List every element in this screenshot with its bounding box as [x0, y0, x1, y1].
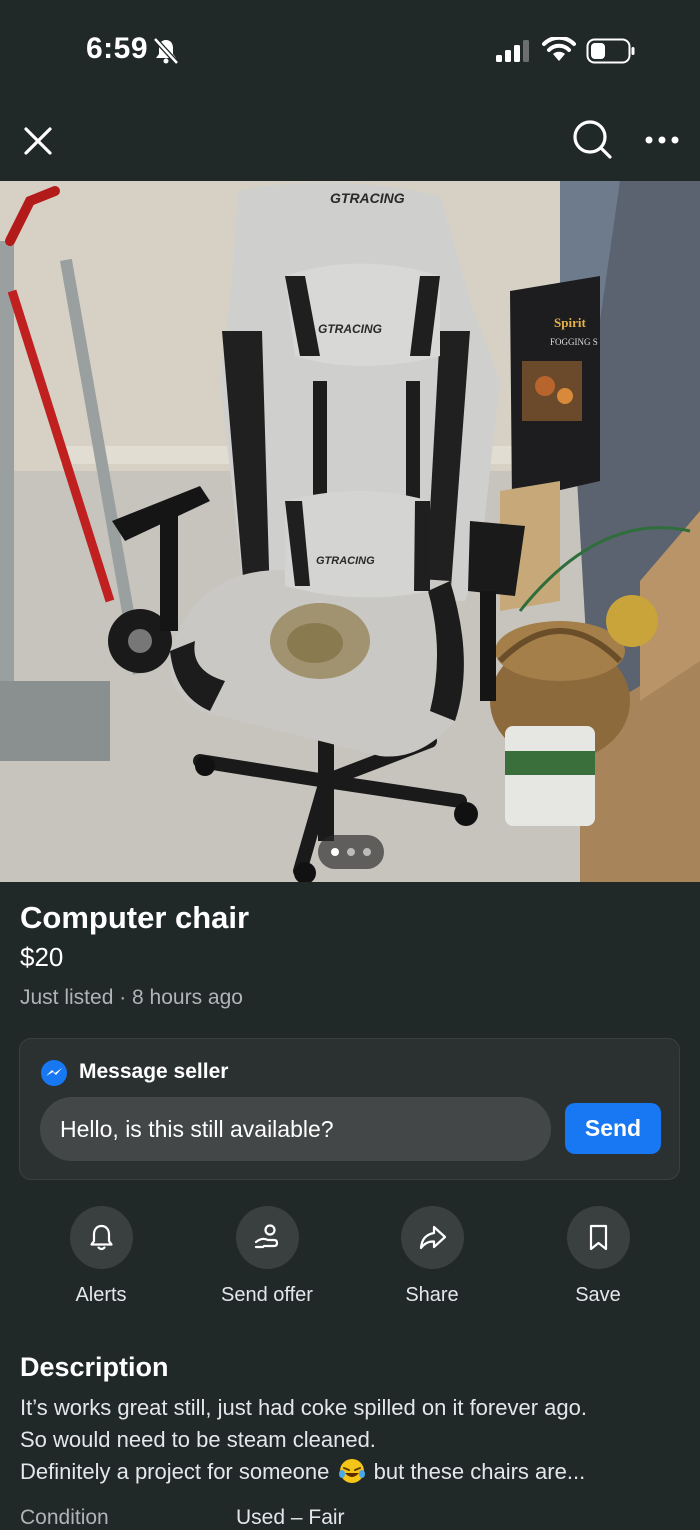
save-button[interactable]: Save — [533, 1206, 663, 1307]
description-title: Description — [20, 1352, 169, 1382]
listing-price: $20 — [20, 942, 64, 972]
description-text: It’s works great still, just had coke sp… — [20, 1392, 690, 1488]
wifi-icon — [542, 37, 576, 61]
bell-icon — [89, 1224, 113, 1251]
condition-label: Condition — [20, 1506, 109, 1529]
save-label: Save — [575, 1284, 621, 1306]
send-button[interactable]: Send — [565, 1103, 661, 1154]
battery-icon — [586, 38, 635, 64]
listing-photo[interactable]: Spirit FOGGING S GTRACING GTRACING GTRAC… — [0, 181, 700, 882]
alerts-circle[interactable] — [69, 1206, 133, 1269]
carousel-dot — [363, 848, 371, 856]
save-circle[interactable] — [566, 1206, 630, 1269]
share-icon — [419, 1225, 446, 1250]
product-box: Spirit FOGGING S — [510, 276, 600, 501]
message-seller-card: Message seller Send — [19, 1038, 680, 1180]
message-seller-label: Message seller — [79, 1060, 229, 1083]
send-offer-circle[interactable] — [235, 1206, 299, 1269]
close-icon[interactable] — [20, 120, 56, 160]
description-line-2: So would need to be steam cleaned. — [20, 1427, 376, 1452]
send-offer-label: Send offer — [221, 1284, 313, 1306]
messenger-icon — [41, 1060, 67, 1086]
top-bar — [0, 100, 700, 180]
description-line-3a: Definitely a project for someone — [20, 1459, 330, 1484]
condition-value: Used – Fair — [236, 1506, 345, 1529]
message-input[interactable] — [40, 1097, 551, 1161]
offer-icon — [254, 1224, 278, 1249]
description-line-3b: but these chairs are... — [373, 1459, 586, 1484]
carousel-dot — [347, 848, 355, 856]
more-options-icon[interactable] — [642, 126, 682, 154]
bell-slash-icon — [153, 37, 179, 65]
status-time: 6:59 — [86, 32, 149, 65]
share-circle[interactable] — [400, 1206, 464, 1269]
share-label: Share — [405, 1284, 459, 1306]
box-subtitle: FOGGING S — [550, 337, 598, 347]
carousel-indicator[interactable] — [318, 835, 384, 869]
bookmark-icon — [589, 1224, 607, 1251]
status-bar: 6:59 — [0, 0, 700, 100]
carousel-dot-active — [331, 848, 339, 856]
brand-lumbar: GTRACING — [316, 555, 375, 567]
description-line-1: It’s works great still, just had coke sp… — [20, 1395, 587, 1420]
alerts-button[interactable]: Alerts — [36, 1206, 166, 1307]
brand-pillow: GTRACING — [318, 322, 382, 336]
box-brand: Spirit — [554, 315, 586, 330]
laughing-emoji-icon — [338, 1459, 365, 1483]
brand-top: GTRACING — [330, 190, 405, 206]
listing-meta: Just listed · 8 hours ago — [20, 986, 243, 1009]
listing-title: Computer chair — [20, 900, 250, 935]
alerts-label: Alerts — [75, 1284, 127, 1306]
share-button[interactable]: Share — [367, 1206, 497, 1307]
signal-icon — [496, 40, 529, 62]
send-offer-button[interactable]: Send offer — [202, 1206, 332, 1307]
search-icon[interactable] — [570, 116, 614, 162]
